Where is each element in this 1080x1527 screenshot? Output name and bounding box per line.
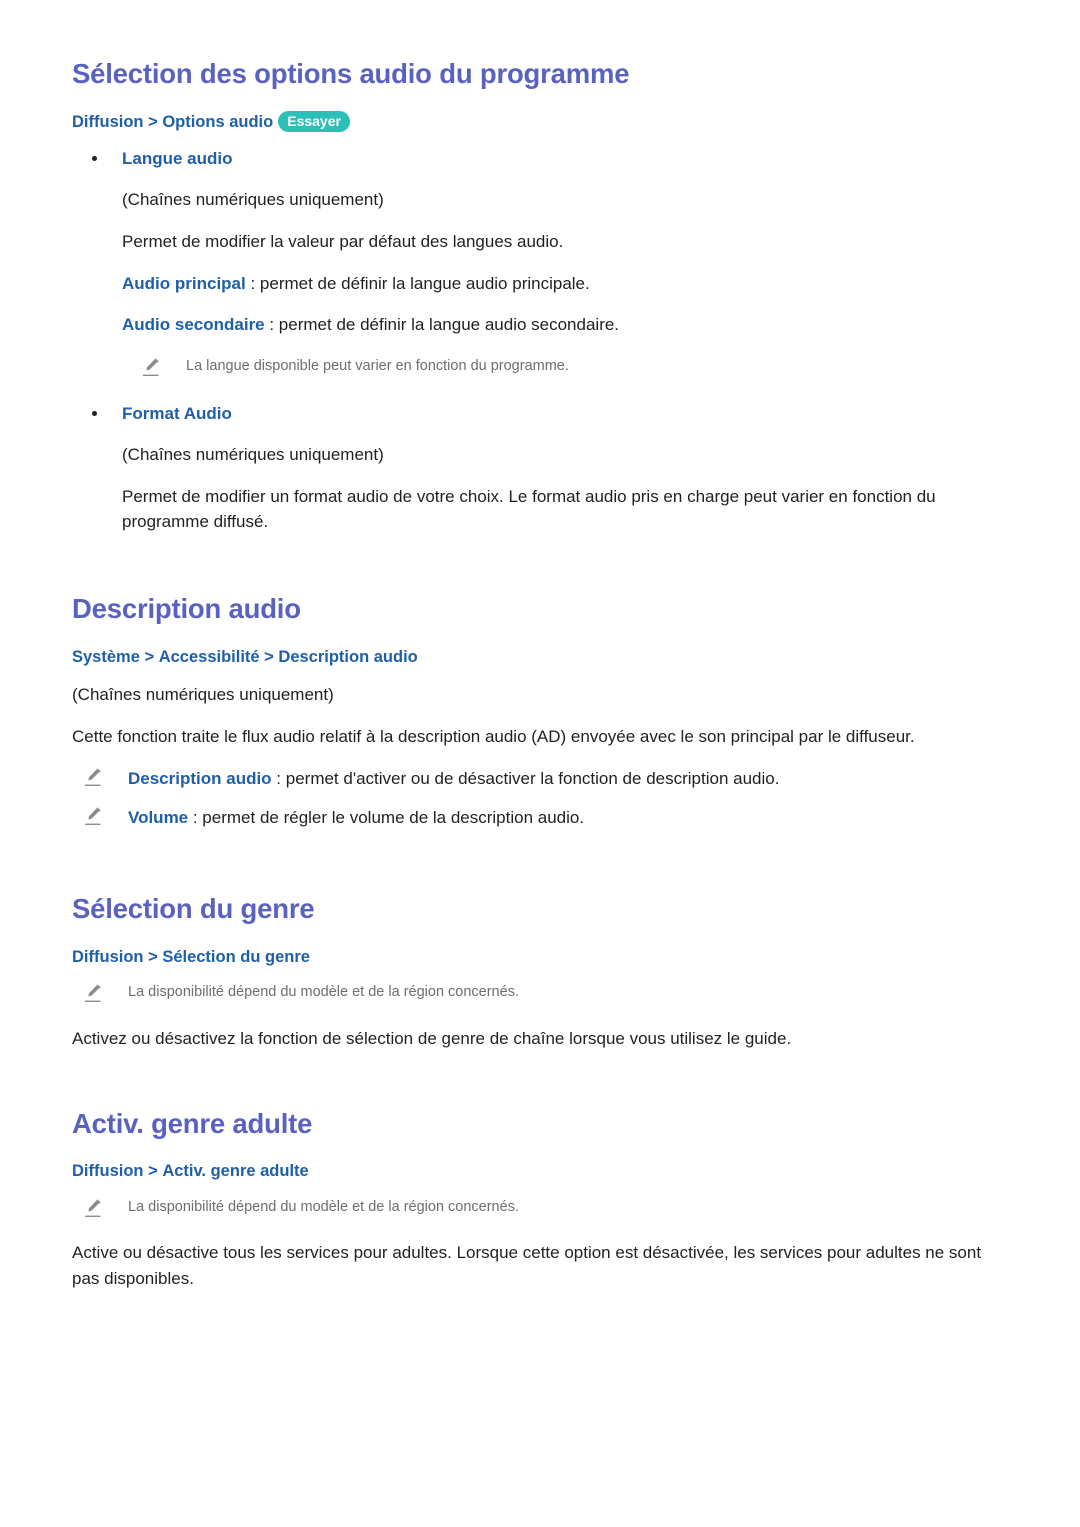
list-item: Langue audio (Chaînes numériques uniquem… [72,147,1018,378]
note-body: : permet d'activer ou de désactiver la f… [271,768,780,788]
breadcrumb: Système > Accessibilité > Description au… [72,647,1018,668]
paragraph: (Chaînes numériques uniquement) [122,444,384,464]
paragraph-text: : permet de définir la langue audio seco… [264,315,620,335]
keyword: Description audio [128,768,272,788]
paragraph: (Chaînes numériques uniquement) [122,189,384,209]
paragraph: Permet de modifier la valeur par défaut … [122,231,564,251]
bullet-title: Langue audio [122,149,233,169]
note-text: La disponibilité dépend du modèle et de … [128,1198,519,1215]
note-text: Volume : permet de régler le volume de l… [128,805,584,831]
document-page: Sélection des options audio du programme… [0,0,1080,1527]
breadcrumb: Diffusion > Sélection du genre [72,947,1018,968]
page-title: Activ. genre adulte [72,1107,313,1139]
note-body: : permet de régler le volume de la descr… [188,808,585,828]
section-description-audio: Description audio Système > Accessibilit… [72,593,1018,831]
section-selection-options-audio: Sélection des options audio du programme… [72,58,1018,535]
note-line: La disponibilité dépend du modèle et de … [72,982,1018,1004]
pencil-icon [142,358,160,377]
paragraph: Audio principal : permet de définir la l… [122,271,1018,297]
breadcrumb-crumb[interactable]: Accessibilité [159,647,260,668]
breadcrumb-crumb[interactable]: Description audio [278,647,417,668]
page-title: Sélection des options audio du programme [72,58,630,89]
bullet-list: Langue audio (Chaînes numériques uniquem… [72,147,1018,535]
note-line: Description audio : permet d'activer ou … [72,766,1018,792]
paragraph: Activez ou désactivez la fonction de sél… [72,1028,792,1048]
bullet-body: (Chaînes numériques uniquement) Permet d… [122,442,1018,535]
pencil-icon [84,768,102,787]
bullet-body: (Chaînes numériques uniquement) Permet d… [122,187,1018,378]
pencil-icon [84,1199,102,1218]
breadcrumb-crumb[interactable]: Diffusion [72,947,144,968]
keyword: Audio principal [122,273,246,293]
breadcrumb-separator: > [139,647,159,666]
bullet-title: Format Audio [122,403,232,423]
section-activ-genre-adulte: Activ. genre adulte Diffusion > Activ. g… [72,1108,1018,1292]
try-badge[interactable]: Essayer [278,110,350,132]
section-selection-du-genre: Sélection du genre Diffusion > Sélection… [72,893,1018,1052]
breadcrumb-separator: > [143,1162,163,1181]
keyword: Volume [128,808,189,828]
note-line: La langue disponible peut varier en fonc… [122,356,1018,378]
note-line: La disponibilité dépend du modèle et de … [72,1197,1018,1219]
breadcrumb-crumb[interactable]: Diffusion [72,112,144,133]
breadcrumb-crumb[interactable]: Système [72,647,140,668]
paragraph: Permet de modifier un format audio de vo… [122,486,936,532]
page-title: Sélection du genre [72,892,315,924]
note-text: La langue disponible peut varier en fonc… [186,358,569,375]
breadcrumb-crumb[interactable]: Options audio [162,112,273,133]
note-text: La disponibilité dépend du modèle et de … [128,983,519,1000]
paragraph: Active ou désactive tous les services po… [72,1243,982,1289]
breadcrumb: Diffusion > Activ. genre adulte [72,1161,1018,1182]
bullet-dot-icon [92,410,97,416]
paragraph: Audio secondaire : permet de définir la … [122,312,1018,338]
pencil-icon [84,807,102,826]
bullet-dot-icon [92,156,97,162]
list-item: Format Audio (Chaînes numériques uniquem… [72,402,1018,535]
breadcrumb-crumb[interactable]: Sélection du genre [162,947,310,968]
breadcrumb-separator: > [143,112,163,131]
keyword: Audio secondaire [122,315,265,335]
page-title: Description audio [72,593,301,625]
breadcrumb-separator: > [143,947,163,966]
breadcrumb-separator: > [259,647,279,666]
paragraph: Cette fonction traite le flux audio rela… [72,727,915,747]
pencil-icon [84,984,102,1003]
paragraph-text: : permet de définir la langue audio prin… [245,273,590,293]
breadcrumb: Diffusion > Options audio Essayer [72,110,1018,133]
breadcrumb-crumb[interactable]: Activ. genre adulte [162,1161,308,1182]
note-text: Description audio : permet d'activer ou … [128,766,779,792]
note-line: Volume : permet de régler le volume de l… [72,805,1018,831]
breadcrumb-crumb[interactable]: Diffusion [72,1161,144,1182]
paragraph: (Chaînes numériques uniquement) [72,685,334,705]
